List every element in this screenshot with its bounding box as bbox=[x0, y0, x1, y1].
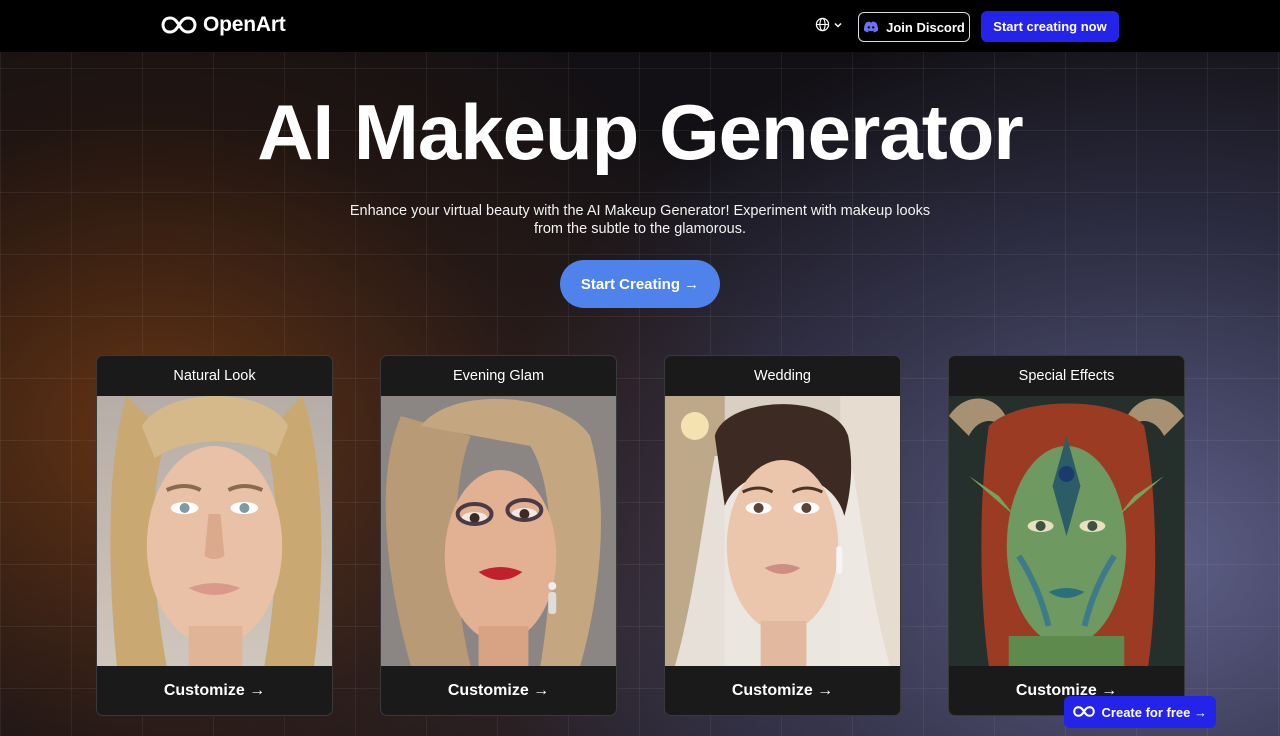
hero-description: Enhance your virtual beauty with the AI … bbox=[349, 203, 931, 237]
create-for-free-label: Create for free → bbox=[1101, 704, 1207, 720]
style-card-evening-glam[interactable]: Evening Glam Customize → bbox=[380, 355, 617, 716]
infinity-logo-icon bbox=[1073, 706, 1095, 717]
page-title: AI Makeup Generator bbox=[257, 88, 1024, 176]
card-title: Natural Look bbox=[173, 368, 256, 384]
infinity-logo-icon bbox=[161, 16, 197, 34]
start-creating-label: Start Creating → bbox=[580, 275, 700, 293]
natural-look-portrait-image bbox=[97, 396, 332, 666]
create-for-free-button[interactable]: Create for free → bbox=[1064, 696, 1216, 728]
discord-icon bbox=[864, 21, 879, 33]
logo-text: OpenArt bbox=[203, 13, 286, 36]
openart-logo[interactable]: OpenArt bbox=[161, 13, 286, 37]
card-title: Evening Glam bbox=[452, 368, 545, 384]
globe-icon bbox=[815, 17, 830, 32]
top-navigation-bar: OpenArt Join Discord Start creating now bbox=[0, 0, 1280, 52]
chevron-down-icon bbox=[834, 22, 842, 28]
start-creating-button[interactable]: Start Creating → bbox=[560, 260, 720, 308]
join-discord-button[interactable]: Join Discord bbox=[858, 12, 970, 42]
customize-button[interactable]: Customize → bbox=[381, 666, 616, 715]
customize-button[interactable]: Customize → bbox=[665, 666, 900, 715]
evening-glam-portrait-image bbox=[381, 396, 616, 666]
style-card-natural-look[interactable]: Natural Look Customize → bbox=[96, 355, 333, 716]
style-card-wedding[interactable]: Wedding Customize → bbox=[664, 355, 901, 716]
customize-button[interactable]: Customize → bbox=[97, 666, 332, 715]
join-discord-label: Join Discord bbox=[886, 19, 965, 35]
start-creating-now-label: Start creating now bbox=[993, 19, 1107, 34]
language-selector[interactable] bbox=[815, 17, 843, 32]
card-title: Special Effects bbox=[1018, 368, 1115, 384]
start-creating-now-button[interactable]: Start creating now bbox=[981, 11, 1119, 42]
card-title: Wedding bbox=[754, 368, 811, 384]
wedding-portrait-image bbox=[665, 396, 900, 666]
style-card-special-effects[interactable]: Special Effects Customize → bbox=[948, 355, 1185, 716]
special-effects-portrait-image bbox=[949, 396, 1184, 666]
